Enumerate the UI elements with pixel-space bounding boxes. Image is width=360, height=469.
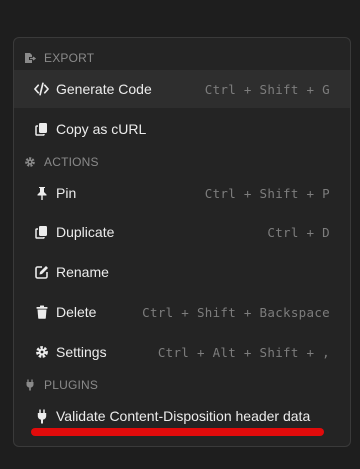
context-menu: EXPORT Generate Code Ctrl + Shift + G Co… [13,37,351,447]
annotation-underline [31,428,324,436]
menu-item-delete[interactable]: Delete Ctrl + Shift + Backspace [14,293,350,331]
copy-icon [34,225,49,240]
menu-item-copy-as-curl[interactable]: Copy as cURL [14,110,350,148]
menu-item-label: Duplicate [56,224,115,240]
menu-item-pin[interactable]: Pin Ctrl + Shift + P [14,174,350,212]
section-header-export: EXPORT [14,48,350,68]
menu-item-label: Validate Content-Disposition header data [56,408,311,424]
section-title-export: EXPORT [44,51,95,65]
shortcut-hint: Ctrl + Shift + Backspace [142,304,330,320]
section-title-plugins: PLUGINS [44,378,99,392]
menu-item-label: Settings [56,344,107,360]
menu-item-settings[interactable]: Settings Ctrl + Alt + Shift + , [14,333,350,371]
plug-icon [24,379,36,391]
menu-item-label: Delete [56,304,97,320]
section-header-plugins: PLUGINS [14,375,350,395]
menu-item-label: Generate Code [56,81,152,97]
gear-icon [24,156,36,168]
section-title-actions: ACTIONS [44,155,99,169]
shortcut-hint: Ctrl + Shift + G [204,81,330,97]
copy-icon [34,122,49,137]
shortcut-hint: Ctrl + Shift + P [204,185,330,201]
menu-item-generate-code[interactable]: Generate Code Ctrl + Shift + G [14,70,350,108]
gear-icon [34,345,49,360]
menu-item-duplicate[interactable]: Duplicate Ctrl + D [14,213,350,251]
shortcut-hint: Ctrl + D [267,224,330,240]
plug-icon [34,409,49,424]
edit-icon [34,265,49,280]
menu-item-label: Rename [56,264,109,280]
menu-item-label: Pin [56,185,77,201]
code-icon [34,82,49,97]
shortcut-hint: Ctrl + Alt + Shift + , [157,344,330,360]
menu-item-label: Copy as cURL [56,121,147,137]
menu-item-rename[interactable]: Rename [14,253,350,291]
file-export-icon [24,52,36,64]
pin-icon [34,186,49,201]
trash-icon [34,305,49,320]
section-header-actions: ACTIONS [14,152,350,172]
